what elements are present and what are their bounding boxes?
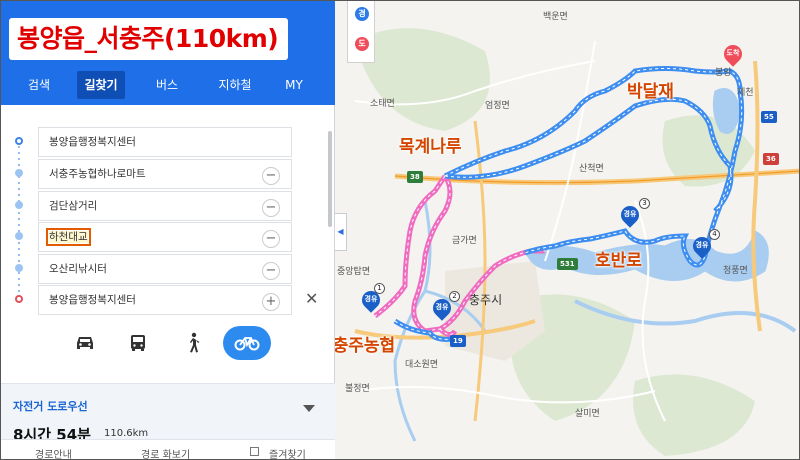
label-seochungju-nonghyup: 서충주농협	[335, 336, 396, 356]
tab-bus[interactable]: 버스	[143, 71, 191, 99]
waypoint-via-4: 오산리낚시터 −	[1, 252, 335, 284]
label-hobanro: 호반로	[595, 251, 642, 271]
map-toggle-buttons: 경 도	[347, 1, 375, 63]
waypoint-pin-2[interactable]: 경유 2	[429, 291, 460, 321]
chevron-down-icon[interactable]	[303, 405, 315, 412]
app-frame: 봉양읍_서충주(110km) 검색 길찾기 버스 지하철 MY 봉양읍행정복지센…	[0, 0, 800, 460]
waypoint-field[interactable]: 검단삼거리 −	[38, 191, 292, 221]
waypoint-start: 봉양읍행정복지센터	[1, 125, 335, 157]
map-label-town: 엄정면	[485, 101, 510, 111]
panel-header: 봉양읍_서충주(110km) 검색 길찾기 버스 지하철 MY	[1, 1, 335, 105]
waypoint-label: 봉양읍행정복지센터	[49, 294, 136, 306]
travel-modes	[1, 323, 335, 363]
map-label-town: 살미면	[575, 409, 600, 419]
tab-search[interactable]: 검색	[15, 71, 63, 99]
waypoint-end: 봉양읍행정복지센터 +	[1, 283, 335, 315]
waypoint-field[interactable]: 봉양읍행정복지센터	[38, 127, 292, 157]
destination-toggle-button[interactable]: 도	[355, 37, 369, 51]
route-option-label: 자전거 도로우선	[13, 400, 88, 413]
walk-icon[interactable]	[169, 326, 217, 360]
waypoint-via-3: 하천대교 −	[1, 220, 335, 252]
map-label-town: 중앙탑면	[337, 267, 371, 277]
pin-label: 경유	[435, 303, 449, 311]
map-label-town: 백운면	[543, 12, 568, 22]
tab-favorite[interactable]: 즐겨찾기	[269, 446, 306, 459]
waypoint-label: 검단삼거리	[49, 200, 98, 212]
route-panel: 봉양읍_서충주(110km) 검색 길찾기 버스 지하철 MY 봉양읍행정복지센…	[1, 1, 335, 459]
pin-number: 1	[374, 283, 385, 294]
pin-number: 4	[709, 229, 720, 240]
waypoint-scrollbar[interactable]	[328, 131, 332, 227]
via-dot-icon	[15, 264, 23, 272]
via-dot-icon	[15, 201, 23, 209]
tab-view[interactable]: 경로 화보기	[141, 446, 190, 459]
bike-icon[interactable]	[223, 326, 271, 360]
map-label-city: 충주시	[469, 293, 503, 307]
label-bakdaljae: 박달재	[627, 82, 674, 102]
map-label-town: 불정면	[345, 384, 370, 394]
map-label-town: 소태면	[370, 99, 395, 109]
road-shield: 38	[407, 171, 423, 183]
road-shield: 36	[763, 153, 779, 165]
remove-waypoint-button[interactable]: −	[262, 199, 280, 217]
waypoint-via-1: 서충주농협하나로마트 −	[1, 157, 335, 189]
traffic-toggle-button[interactable]: 경	[355, 7, 369, 21]
map-label-town: 대소원면	[405, 360, 439, 370]
remove-waypoint-button[interactable]: −	[262, 262, 280, 280]
waypoint-field-highlighted[interactable]: 하천대교 −	[38, 222, 292, 252]
label-mokgyenaru: 목계나루	[399, 137, 462, 157]
tab-my[interactable]: MY	[277, 71, 311, 99]
tab-directions[interactable]: 길찾기	[77, 71, 125, 99]
remove-waypoint-button[interactable]: −	[262, 230, 280, 248]
end-dot-icon	[15, 295, 23, 303]
map-label-town: 청풍면	[723, 266, 748, 276]
road-shield: 531	[557, 258, 578, 270]
pin-number: 2	[449, 291, 460, 302]
waypoint-label: 봉양읍행정복지센터	[49, 136, 136, 148]
remove-waypoint-button[interactable]: −	[262, 167, 280, 185]
route-distance: 110.6km	[104, 428, 149, 439]
waypoint-label: 서충주농협하나로마트	[49, 168, 146, 180]
waypoint-field[interactable]: 서충주농협하나로마트 −	[38, 159, 292, 189]
map-view[interactable]: 백운면 소태면 엄정면 산척면 금가면 중앙탑면 충주시 대소원면 살미면 청풍…	[335, 1, 799, 459]
pin-number: 3	[639, 198, 650, 209]
waypoint-label: 하천대교	[46, 228, 91, 246]
via-dot-icon	[15, 232, 23, 240]
panel-collapse-button[interactable]: ◀	[335, 213, 347, 251]
waypoint-pin-4[interactable]: 경유 4	[689, 229, 720, 259]
add-waypoint-button[interactable]: +	[262, 293, 280, 311]
via-dot-icon	[15, 169, 23, 177]
waypoint-pin-1[interactable]: 경유 1	[358, 283, 385, 313]
tab-guide[interactable]: 경로안내	[35, 446, 72, 459]
waypoint-pin-3[interactable]: 경유 3	[617, 198, 650, 228]
close-icon[interactable]: ✕	[305, 289, 318, 308]
destination-pin[interactable]: 도착	[720, 41, 746, 67]
waypoint-via-2: 검단삼거리 −	[1, 189, 335, 221]
bus-icon[interactable]	[114, 326, 162, 360]
pin-label: 도착	[726, 49, 740, 57]
pin-label: 경유	[364, 295, 378, 303]
pin-label: 경유	[695, 241, 709, 249]
road-shield: 19	[450, 335, 466, 347]
start-dot-icon	[15, 137, 23, 145]
road-shield: 55	[761, 111, 777, 123]
favorite-checkbox[interactable]	[250, 447, 259, 456]
main-tabs: 검색 길찾기 버스 지하철 MY	[1, 71, 335, 99]
waypoint-label: 오산리낚시터	[49, 263, 107, 275]
map-label-town: 금가면	[452, 236, 477, 246]
waypoint-field[interactable]: 봉양읍행정복지센터 +	[38, 285, 292, 315]
summary-tabs: 경로안내 경로 화보기 즐겨찾기	[1, 439, 335, 459]
route-title: 봉양읍_서충주(110km)	[9, 18, 289, 60]
waypoint-field[interactable]: 오산리낚시터 −	[38, 254, 292, 284]
map-label-town: 산척면	[579, 164, 604, 174]
tab-subway[interactable]: 지하철	[207, 71, 263, 99]
pin-label: 경유	[623, 210, 637, 218]
map-label-town: 제천	[737, 88, 754, 98]
car-icon[interactable]	[61, 326, 109, 360]
